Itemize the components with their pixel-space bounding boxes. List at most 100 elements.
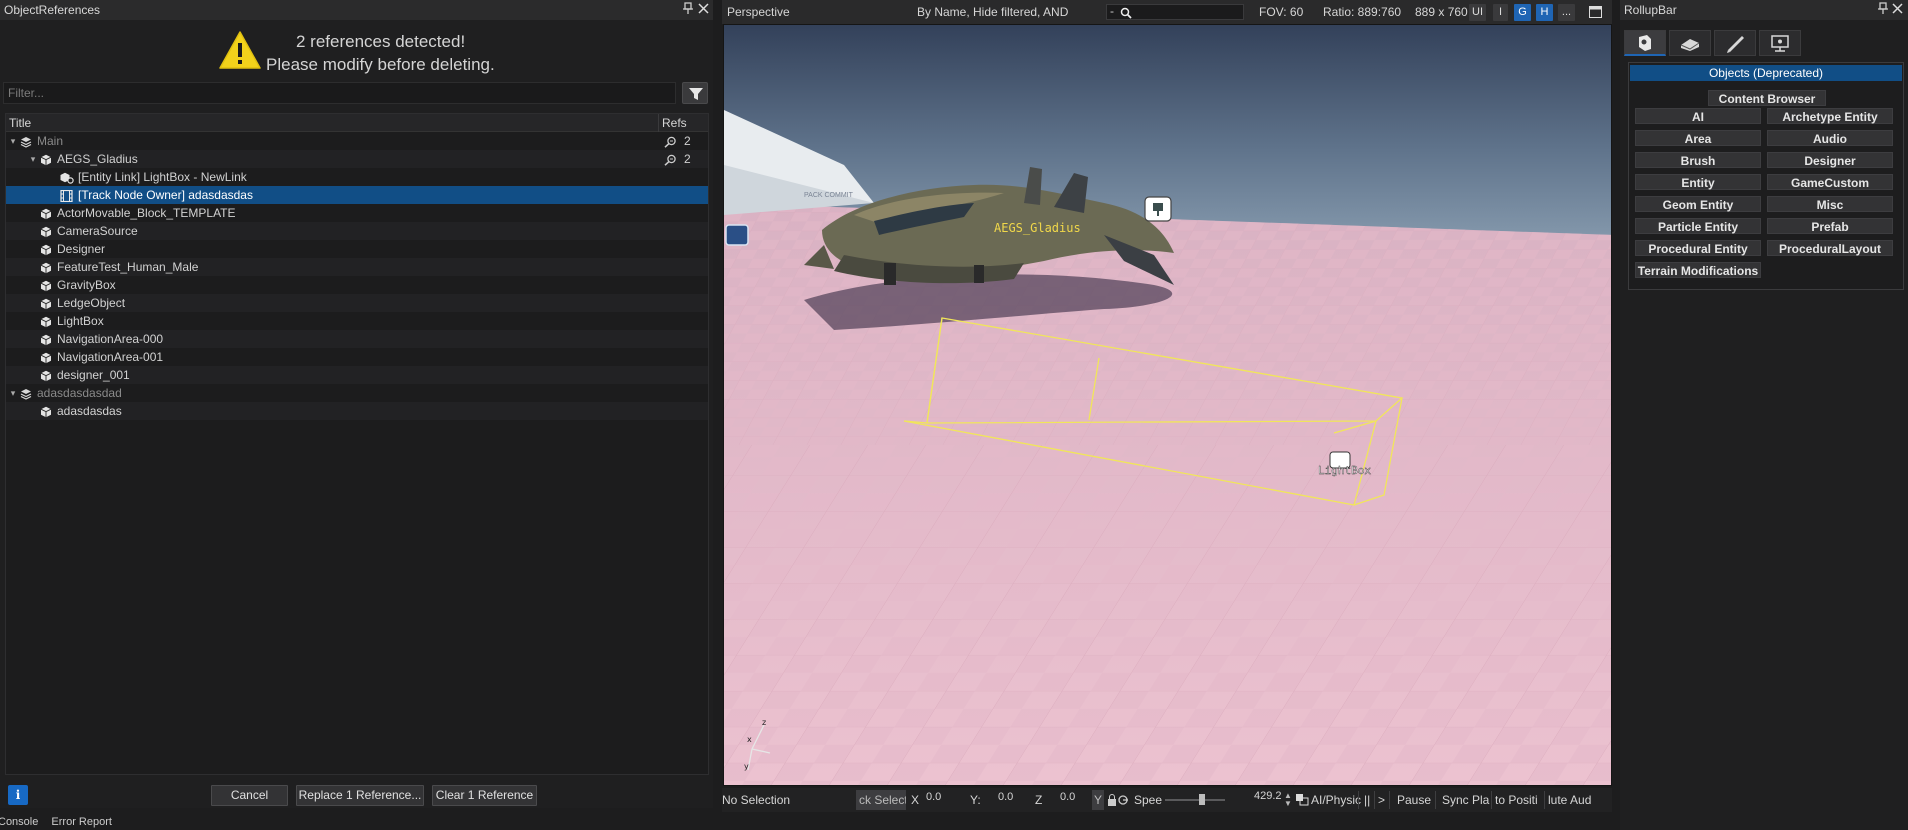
error-report-tab[interactable]: Error Report (51, 815, 112, 830)
tree-row-label: FeatureTest_Human_Male (57, 260, 199, 274)
tree-row[interactable]: designer_001 (6, 366, 708, 384)
pause-button[interactable]: Pause (1397, 793, 1431, 807)
clear-reference-button[interactable]: Clear 1 Reference (432, 785, 537, 806)
z-value[interactable]: 0.0 (1060, 791, 1075, 803)
tree-row[interactable]: ▾ Main 2 (6, 132, 708, 150)
tree-row[interactable]: [Track Node Owner] adasdasdas (6, 186, 708, 204)
column-title[interactable]: Title (9, 116, 31, 130)
tree-row[interactable]: [Entity Link] LightBox - NewLink (6, 168, 708, 186)
references-tree[interactable]: Title Refs ▾ Main 2 ▾ AEGS_Gladius 2 [Entity L… (5, 113, 709, 775)
goto-position-button[interactable]: to Positi (1495, 793, 1538, 807)
film-strip-icon (60, 189, 73, 203)
tree-row[interactable]: LedgeObject (6, 294, 708, 312)
expand-toggle-icon[interactable]: ▾ (28, 150, 38, 168)
info-button[interactable]: i (8, 785, 28, 805)
toggle-g[interactable]: G (1514, 4, 1531, 21)
editor-window: ObjectReferences 2 references detected! … (0, 0, 1908, 830)
lock-selection-button[interactable]: ck Selecti (856, 790, 906, 810)
toggle-i[interactable]: I (1493, 4, 1508, 21)
tree-row[interactable]: FeatureTest_Human_Male (6, 258, 708, 276)
sync-player-button[interactable]: Sync Pla (1442, 793, 1489, 807)
speed-slider-track[interactable] (1165, 799, 1225, 801)
tree-row-label: NavigationArea-000 (57, 332, 164, 346)
rollup-button-area[interactable]: Area (1635, 130, 1761, 146)
tree-row-label: Main (37, 134, 64, 148)
rollup-button-prefab[interactable]: Prefab (1767, 218, 1893, 234)
maximize-icon[interactable] (1589, 6, 1602, 21)
content-browser-button[interactable]: Content Browser (1708, 90, 1826, 106)
rollup-button-entity[interactable]: Entity (1635, 174, 1761, 190)
filter-mode[interactable]: By Name, Hide filtered, AND (917, 5, 1068, 19)
close-icon[interactable] (1892, 0, 1903, 20)
object-cube-icon (40, 153, 52, 166)
expand-toggle-icon[interactable]: ▾ (8, 384, 18, 402)
rollup-button-designer[interactable]: Designer (1767, 152, 1893, 168)
tree-row[interactable]: NavigationArea-001 (6, 348, 708, 366)
tree-row-label: GravityBox (57, 278, 116, 292)
objects-tab[interactable] (1624, 30, 1666, 56)
ai-physics-button[interactable]: AI/Physic (1311, 793, 1361, 807)
objects-deprecated-header[interactable]: Objects (Deprecated) (1630, 65, 1902, 81)
rollup-button-gamecustom[interactable]: GameCustom (1767, 174, 1893, 190)
tree-row[interactable]: adasdasdas (6, 402, 708, 420)
rollup-button-terrain-modifications[interactable]: Terrain Modifications (1635, 262, 1761, 278)
column-divider[interactable] (658, 114, 659, 132)
svg-text:z: z (762, 718, 766, 727)
object-cube-icon (40, 279, 52, 292)
rollup-button-particle-entity[interactable]: Particle Entity (1635, 218, 1761, 234)
pin-icon[interactable] (1878, 0, 1888, 20)
column-refs[interactable]: Refs (662, 116, 687, 130)
search-prefix: - (1110, 4, 1114, 18)
speed-slider-handle[interactable] (1199, 794, 1205, 805)
rollup-button-ai[interactable]: AI (1635, 108, 1761, 124)
y-axis-toggle[interactable]: Y (1092, 790, 1104, 810)
viewport-search[interactable]: - (1106, 4, 1244, 20)
tree-row[interactable]: CameraSource (6, 222, 708, 240)
y-value[interactable]: 0.0 (998, 791, 1013, 803)
speed-value[interactable]: 429.2 (1254, 790, 1282, 802)
toggle-more[interactable]: ... (1558, 4, 1575, 21)
rollup-button-geom-entity[interactable]: Geom Entity (1635, 196, 1761, 212)
cancel-button[interactable]: Cancel (211, 785, 288, 806)
rollup-button-misc[interactable]: Misc (1767, 196, 1893, 212)
pin-icon[interactable] (683, 0, 693, 20)
step-button[interactable]: > (1378, 793, 1385, 807)
close-icon[interactable] (698, 0, 709, 20)
tree-row[interactable]: NavigationArea-000 (6, 330, 708, 348)
perspective-viewport[interactable]: PACK COMMIT AEGS_Gladius LightBox z x y (723, 24, 1612, 786)
mute-audio-button[interactable]: lute Aud (1548, 793, 1591, 807)
tree-row[interactable]: ActorMovable_Block_TEMPLATE (6, 204, 708, 222)
tree-row[interactable]: GravityBox (6, 276, 708, 294)
terrain-tab[interactable] (1669, 30, 1711, 56)
x-value[interactable]: 0.0 (926, 791, 941, 803)
console-tab[interactable]: Console (0, 815, 38, 830)
rollup-button-archetype-entity[interactable]: Archetype Entity (1767, 108, 1893, 124)
tree-row[interactable]: LightBox (6, 312, 708, 330)
tree-row[interactable]: ▾ AEGS_Gladius 2 (6, 150, 708, 168)
filter-input[interactable] (3, 82, 676, 104)
reference-count: 2 (684, 134, 691, 148)
reference-search-icon[interactable] (664, 153, 677, 166)
viewport-name[interactable]: Perspective (727, 5, 790, 19)
rollup-button-brush[interactable]: Brush (1635, 152, 1761, 168)
rollup-button-procedurallayout[interactable]: ProceduralLayout (1767, 240, 1893, 256)
entity-marker-icon[interactable] (725, 224, 749, 246)
toggle-ui[interactable]: UI (1469, 4, 1486, 21)
filter-options-button[interactable] (682, 82, 708, 104)
speed-label: Spee (1134, 793, 1163, 807)
expand-toggle-icon[interactable]: ▾ (8, 132, 18, 150)
rollup-button-procedural-entity[interactable]: Procedural Entity (1635, 240, 1761, 256)
speed-spinner-icon[interactable]: ▲ ▼ (1284, 792, 1292, 808)
reference-search-icon[interactable] (664, 135, 677, 148)
ship-label: AEGS_Gladius (994, 221, 1081, 235)
tree-row[interactable]: ▾ adasdasdasdad (6, 384, 708, 402)
replace-reference-button[interactable]: Replace 1 Reference... (296, 785, 424, 806)
rollup-button-audio[interactable]: Audio (1767, 130, 1893, 146)
lock-icon[interactable] (1107, 794, 1131, 809)
search-icon (1120, 7, 1132, 19)
display-tab[interactable] (1759, 30, 1801, 56)
tree-row[interactable]: Designer (6, 240, 708, 258)
modify-tab[interactable] (1714, 30, 1756, 56)
structure-sign: PACK COMMIT (804, 192, 854, 199)
toggle-h[interactable]: H (1536, 4, 1553, 21)
